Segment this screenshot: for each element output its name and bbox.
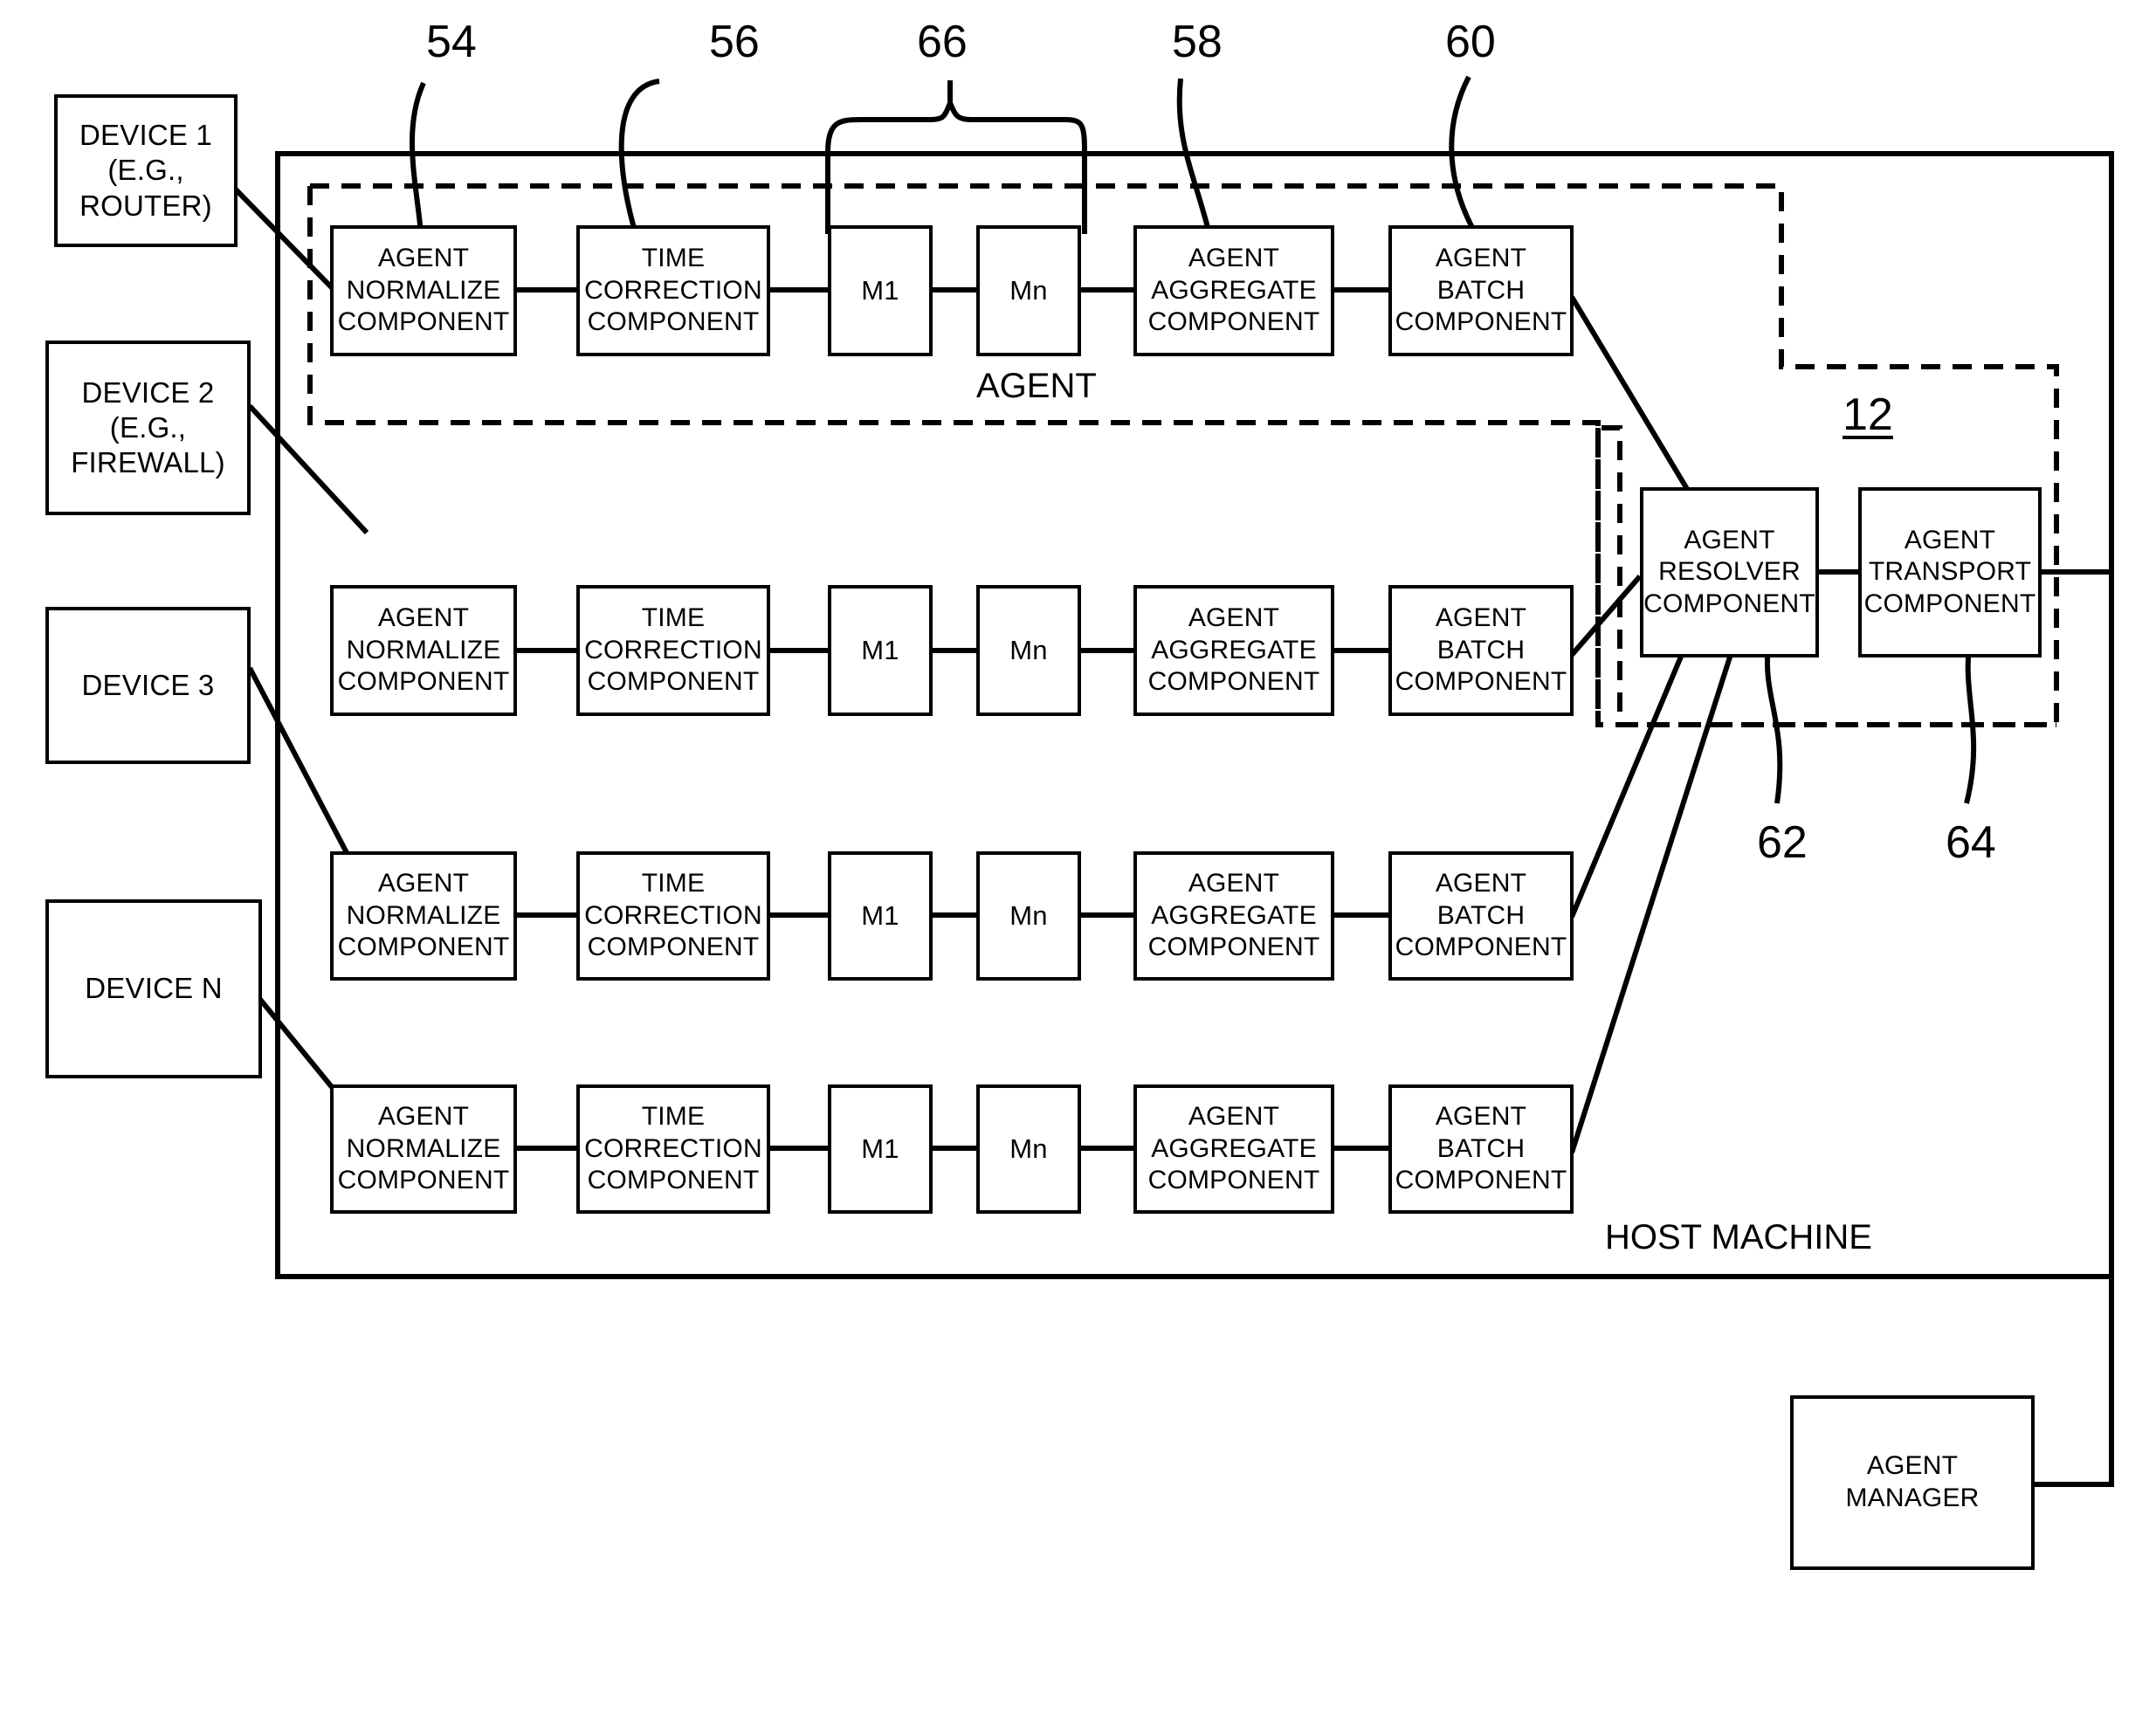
module-m1-label-row4: M1	[861, 1133, 899, 1165]
r2-batch-to-resolver	[1569, 575, 1643, 657]
module-m1-row3[interactable]: M1	[828, 851, 933, 981]
agent-transport-label: AGENT TRANSPORT COMPONENT	[1863, 525, 2036, 618]
host-machine-caption: HOST MACHINE	[1605, 1218, 1872, 1257]
r3-batch-to-resolver	[1569, 644, 1688, 919]
agent-normalize-label-row2: AGENT NORMALIZE COMPONENT	[337, 603, 510, 697]
agent-manager[interactable]: AGENT MANAGER	[1790, 1395, 2035, 1570]
r4-batch-to-resolver	[1569, 645, 1736, 1153]
agent-resolver-label: AGENT RESOLVER COMPONENT	[1643, 525, 1815, 618]
reference-numeral-56-text: 56	[709, 17, 760, 67]
agent-batch-component-row4[interactable]: AGENT BATCH COMPONENT	[1388, 1084, 1574, 1214]
device-3[interactable]: DEVICE 3	[45, 607, 251, 764]
reference-numeral-60-text: 60	[1445, 17, 1496, 67]
reference-numeral-62-text: 62	[1757, 817, 1808, 868]
reference-numeral-58-text: 58	[1172, 17, 1223, 67]
reference-numeral-66: 66	[917, 16, 968, 68]
agent-normalize-label-row4: AGENT NORMALIZE COMPONENT	[337, 1102, 510, 1195]
leader-60	[1449, 75, 1478, 236]
agent-normalize-component[interactable]: AGENT NORMALIZE COMPONENT	[330, 225, 517, 356]
device-2-connector	[247, 403, 369, 535]
agent-resolver-component[interactable]: AGENT RESOLVER COMPONENT	[1640, 487, 1819, 657]
time-correction-label-row2: TIME CORRECTION COMPONENT	[584, 603, 762, 697]
device-1[interactable]: DEVICE 1 (E.G., ROUTER)	[54, 94, 238, 247]
leader-58	[1176, 78, 1212, 235]
agent-aggregate-label: AGENT AGGREGATE COMPONENT	[1147, 244, 1320, 337]
agent-batch-component[interactable]: AGENT BATCH COMPONENT	[1388, 225, 1574, 356]
time-correction-label-row4: TIME CORRECTION COMPONENT	[584, 1102, 762, 1195]
leader-64	[1964, 645, 1977, 804]
time-correction-component-row3[interactable]: TIME CORRECTION COMPONENT	[576, 851, 770, 981]
agent-normalize-component-row3[interactable]: AGENT NORMALIZE COMPONENT	[330, 851, 517, 981]
figure-canvas: DEVICE 1 (E.G., ROUTER) DEVICE 2 (E.G., …	[0, 0, 2156, 1728]
agent-aggregate-component-row3[interactable]: AGENT AGGREGATE COMPONENT	[1133, 851, 1334, 981]
agent-aggregate-component-row2[interactable]: AGENT AGGREGATE COMPONENT	[1133, 585, 1334, 716]
leader-56	[618, 79, 660, 235]
module-mn-label-row4: Mn	[1009, 1133, 1048, 1165]
agent-transport-component[interactable]: AGENT TRANSPORT COMPONENT	[1858, 487, 2042, 657]
reference-numeral-12: 12	[1843, 389, 1893, 441]
module-m1-row2[interactable]: M1	[828, 585, 933, 716]
reference-numeral-62: 62	[1757, 816, 1808, 869]
time-correction-component[interactable]: TIME CORRECTION COMPONENT	[576, 225, 770, 356]
agent-caption-text: AGENT	[976, 367, 1097, 405]
agent-aggregate-label-row4: AGENT AGGREGATE COMPONENT	[1147, 1102, 1320, 1195]
module-mn-row3[interactable]: Mn	[976, 851, 1081, 981]
agent-manager-label: AGENT MANAGER	[1845, 1451, 1980, 1512]
module-group-brace	[825, 96, 1087, 154]
module-mn-row4[interactable]: Mn	[976, 1084, 1081, 1214]
reference-numeral-56: 56	[709, 16, 760, 68]
device-2-label: DEVICE 2 (E.G., FIREWALL)	[71, 375, 225, 479]
module-mn-label-row2: Mn	[1009, 635, 1048, 666]
agent-aggregate-component[interactable]: AGENT AGGREGATE COMPONENT	[1133, 225, 1334, 356]
agent-batch-label: AGENT BATCH COMPONENT	[1395, 244, 1567, 337]
agent-aggregate-label-row3: AGENT AGGREGATE COMPONENT	[1147, 869, 1320, 962]
module-m1-label: M1	[861, 275, 899, 306]
module-mn-label-row3: Mn	[1009, 900, 1048, 932]
reference-numeral-54-text: 54	[426, 17, 477, 67]
agent-normalize-label-row3: AGENT NORMALIZE COMPONENT	[337, 869, 510, 962]
module-mn-row2[interactable]: Mn	[976, 585, 1081, 716]
leader-62	[1765, 645, 1783, 804]
agent-caption: AGENT	[976, 367, 1097, 406]
reference-numeral-60: 60	[1445, 16, 1496, 68]
reference-numeral-64-text: 64	[1946, 817, 1996, 868]
device-n[interactable]: DEVICE N	[45, 899, 262, 1078]
agent-normalize-label: AGENT NORMALIZE COMPONENT	[337, 244, 510, 337]
reference-numeral-64: 64	[1946, 816, 1996, 869]
agent-batch-label-row4: AGENT BATCH COMPONENT	[1395, 1102, 1567, 1195]
module-m1-label-row3: M1	[861, 900, 899, 932]
module-m1-row4[interactable]: M1	[828, 1084, 933, 1214]
reference-numeral-54: 54	[426, 16, 477, 68]
module-m1[interactable]: M1	[828, 225, 933, 356]
reference-numeral-12-text: 12	[1843, 389, 1893, 440]
leader-54	[410, 81, 426, 235]
time-correction-component-row4[interactable]: TIME CORRECTION COMPONENT	[576, 1084, 770, 1214]
device-2[interactable]: DEVICE 2 (E.G., FIREWALL)	[45, 341, 251, 515]
r1-batch-to-resolver	[1569, 295, 1690, 491]
reference-numeral-66-text: 66	[917, 17, 968, 67]
time-correction-label-row3: TIME CORRECTION COMPONENT	[584, 869, 762, 962]
agent-batch-component-row3[interactable]: AGENT BATCH COMPONENT	[1388, 851, 1574, 981]
agent-aggregate-component-row4[interactable]: AGENT AGGREGATE COMPONENT	[1133, 1084, 1334, 1214]
agent-aggregate-label-row2: AGENT AGGREGATE COMPONENT	[1147, 603, 1320, 697]
agent-batch-label-row3: AGENT BATCH COMPONENT	[1395, 869, 1567, 962]
reference-numeral-58: 58	[1172, 16, 1223, 68]
device-n-label: DEVICE N	[85, 972, 223, 1005]
transport-to-agent-manager	[2035, 569, 2114, 1487]
time-correction-component-row2[interactable]: TIME CORRECTION COMPONENT	[576, 585, 770, 716]
agent-normalize-component-row4[interactable]: AGENT NORMALIZE COMPONENT	[330, 1084, 517, 1214]
agent-batch-component-row2[interactable]: AGENT BATCH COMPONENT	[1388, 585, 1574, 716]
agent-normalize-component-row2[interactable]: AGENT NORMALIZE COMPONENT	[330, 585, 517, 716]
time-correction-label: TIME CORRECTION COMPONENT	[584, 244, 762, 337]
device-3-label: DEVICE 3	[81, 668, 215, 701]
module-mn[interactable]: Mn	[976, 225, 1081, 356]
module-mn-label: Mn	[1009, 275, 1048, 306]
module-m1-label-row2: M1	[861, 635, 899, 666]
host-machine-caption-text: HOST MACHINE	[1605, 1218, 1872, 1256]
agent-batch-label-row2: AGENT BATCH COMPONENT	[1395, 603, 1567, 697]
device-1-label: DEVICE 1 (E.G., ROUTER)	[79, 119, 212, 222]
